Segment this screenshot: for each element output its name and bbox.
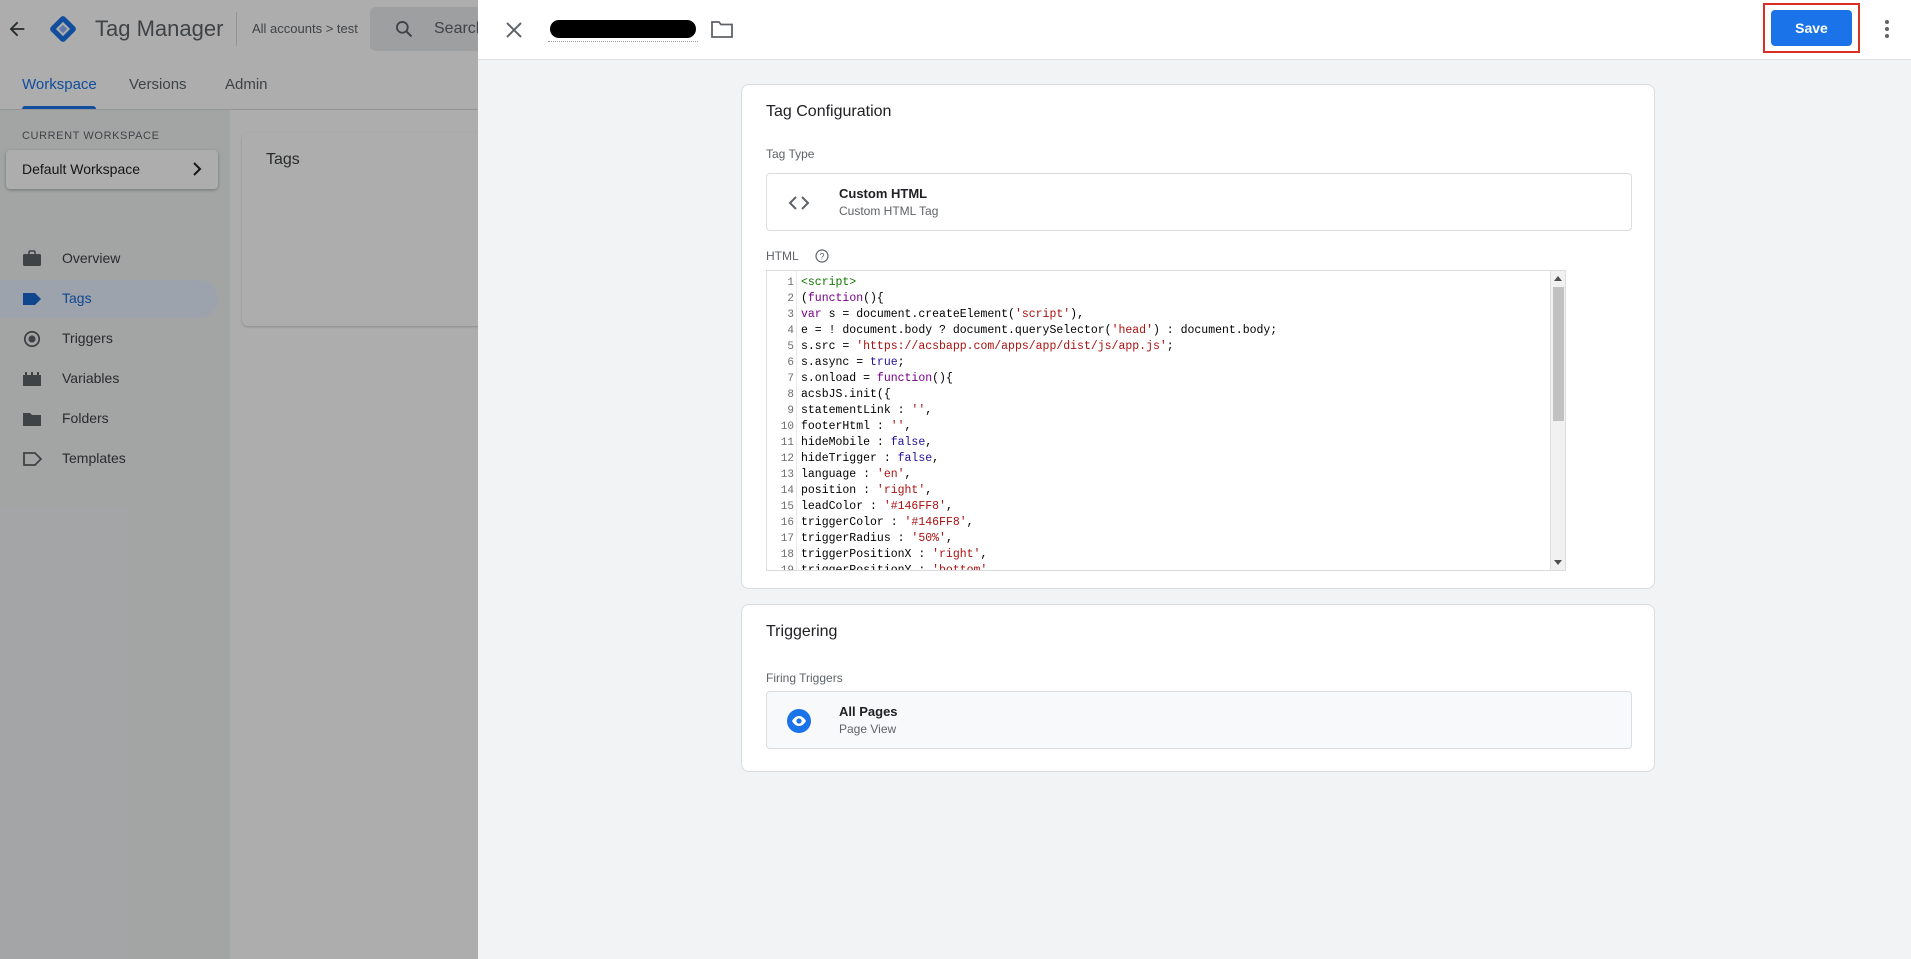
line-content: position : 'right', bbox=[801, 484, 933, 497]
code-line[interactable]: 12 hideTrigger : false, bbox=[767, 451, 1547, 467]
line-number: 14 bbox=[780, 485, 794, 497]
html-label: HTML bbox=[766, 249, 799, 263]
line-content: s.src = 'https://acsbapp.com/apps/app/di… bbox=[801, 340, 1174, 353]
redacted-tag-name bbox=[550, 20, 696, 38]
line-content: leadColor : '#146FF8', bbox=[801, 500, 953, 513]
line-number: 16 bbox=[780, 517, 794, 529]
tag-type-selector[interactable]: Custom HTML Custom HTML Tag bbox=[766, 173, 1632, 231]
line-number: 3 bbox=[787, 309, 794, 321]
line-number: 8 bbox=[787, 389, 794, 401]
line-content: triggerPositionX : 'right', bbox=[801, 548, 988, 561]
line-content: e = ! document.body ? document.querySele… bbox=[801, 324, 1278, 337]
tag-configuration-card: Tag Configuration Tag Type Custom HTML C… bbox=[741, 84, 1655, 589]
code-line[interactable]: 14 position : 'right', bbox=[767, 483, 1547, 499]
code-line[interactable]: 8 acsbJS.init({ bbox=[767, 387, 1547, 403]
code-line[interactable]: 17 triggerRadius : '50%', bbox=[767, 531, 1547, 547]
line-number: 9 bbox=[787, 405, 794, 417]
tag-type-subtitle: Custom HTML Tag bbox=[839, 204, 939, 218]
line-number: 7 bbox=[787, 373, 794, 385]
code-line[interactable]: 13 language : 'en', bbox=[767, 467, 1547, 483]
firing-triggers-label: Firing Triggers bbox=[766, 671, 843, 685]
code-line[interactable]: 6 s.async = true; bbox=[767, 355, 1547, 371]
triggering-card: Triggering Firing Triggers All Pages Pag… bbox=[741, 604, 1655, 772]
save-button[interactable]: Save bbox=[1771, 10, 1852, 46]
tag-configuration-title: Tag Configuration bbox=[766, 103, 892, 120]
code-line[interactable]: 2 (function(){ bbox=[767, 291, 1547, 307]
code-line[interactable]: 7 s.onload = function(){ bbox=[767, 371, 1547, 387]
line-number: 15 bbox=[780, 501, 794, 513]
line-content: (function(){ bbox=[801, 292, 884, 305]
html-code-editor[interactable]: 1 <script> 2 (function(){ 3 var s = document.… bbox=[766, 270, 1566, 571]
svg-text:?: ? bbox=[819, 252, 824, 262]
line-number: 10 bbox=[780, 421, 794, 433]
line-number: 6 bbox=[787, 357, 794, 369]
line-number: 1 bbox=[787, 277, 794, 289]
trigger-type: Page View bbox=[839, 722, 897, 736]
code-line[interactable]: 11 hideMobile : false, bbox=[767, 435, 1547, 451]
scroll-thumb[interactable] bbox=[1553, 287, 1564, 421]
firing-trigger-item[interactable]: All Pages Page View bbox=[766, 691, 1632, 749]
triggering-title: Triggering bbox=[766, 623, 838, 640]
line-content: triggerRadius : '50%', bbox=[801, 532, 953, 545]
code-line[interactable]: 15 leadColor : '#146FF8', bbox=[767, 499, 1547, 515]
tag-type-name: Custom HTML bbox=[839, 186, 928, 201]
help-icon[interactable]: ? bbox=[815, 249, 829, 263]
code-line[interactable]: 4 e = ! document.body ? document.querySel… bbox=[767, 323, 1547, 339]
code-line[interactable]: 10 footerHtml : '', bbox=[767, 419, 1547, 435]
code-line[interactable]: 9 statementLink : '', bbox=[767, 403, 1547, 419]
line-content: footerHtml : '', bbox=[801, 420, 912, 433]
editor-header: Save bbox=[478, 0, 1911, 60]
code-line[interactable]: 18 triggerPositionX : 'right', bbox=[767, 547, 1547, 563]
line-content: triggerPositionY : 'bottom', bbox=[801, 564, 995, 571]
line-number: 19 bbox=[780, 565, 794, 571]
code-line[interactable]: 5 s.src = 'https://acsbapp.com/apps/app/d… bbox=[767, 339, 1547, 355]
line-content: acsbJS.init({ bbox=[801, 388, 891, 401]
line-content: var s = document.createElement('script')… bbox=[801, 308, 1084, 321]
line-number: 5 bbox=[787, 341, 794, 353]
trigger-name: All Pages bbox=[839, 704, 898, 719]
code-line[interactable]: 3 var s = document.createElement('script'… bbox=[767, 307, 1547, 323]
line-content: <script> bbox=[801, 276, 857, 289]
line-number: 17 bbox=[780, 533, 794, 545]
code-brackets-icon bbox=[788, 196, 810, 210]
line-content: s.onload = function(){ bbox=[801, 372, 953, 385]
line-content: statementLink : '', bbox=[801, 404, 933, 417]
more-vert-icon[interactable] bbox=[1877, 16, 1897, 42]
line-content: hideTrigger : false, bbox=[801, 452, 940, 465]
line-number: 18 bbox=[780, 549, 794, 561]
code-line[interactable]: 16 triggerColor : '#146FF8', bbox=[767, 515, 1547, 531]
close-icon[interactable] bbox=[502, 18, 526, 42]
scroll-up-arrow-icon[interactable] bbox=[1554, 276, 1562, 281]
code-scrollbar[interactable] bbox=[1550, 271, 1565, 570]
line-content: triggerColor : '#146FF8', bbox=[801, 516, 974, 529]
line-content: s.async = true; bbox=[801, 356, 905, 369]
scroll-down-arrow-icon[interactable] bbox=[1554, 560, 1562, 565]
line-content: language : 'en', bbox=[801, 468, 912, 481]
line-number: 12 bbox=[780, 453, 794, 465]
line-number: 2 bbox=[787, 293, 794, 305]
tag-type-label: Tag Type bbox=[766, 147, 815, 161]
pageview-eye-icon bbox=[787, 709, 811, 733]
line-number: 4 bbox=[787, 325, 794, 337]
line-content: hideMobile : false, bbox=[801, 436, 933, 449]
code-line[interactable]: 19 triggerPositionY : 'bottom', bbox=[767, 563, 1547, 571]
tag-editor-sheet: Save Tag Configuration Tag Type Custom H… bbox=[478, 0, 1911, 959]
line-number: 13 bbox=[780, 469, 794, 481]
code-line[interactable]: 1 <script> bbox=[767, 275, 1547, 291]
tag-name-field[interactable] bbox=[548, 18, 698, 42]
line-number: 11 bbox=[780, 437, 794, 449]
folder-icon[interactable] bbox=[710, 18, 734, 40]
